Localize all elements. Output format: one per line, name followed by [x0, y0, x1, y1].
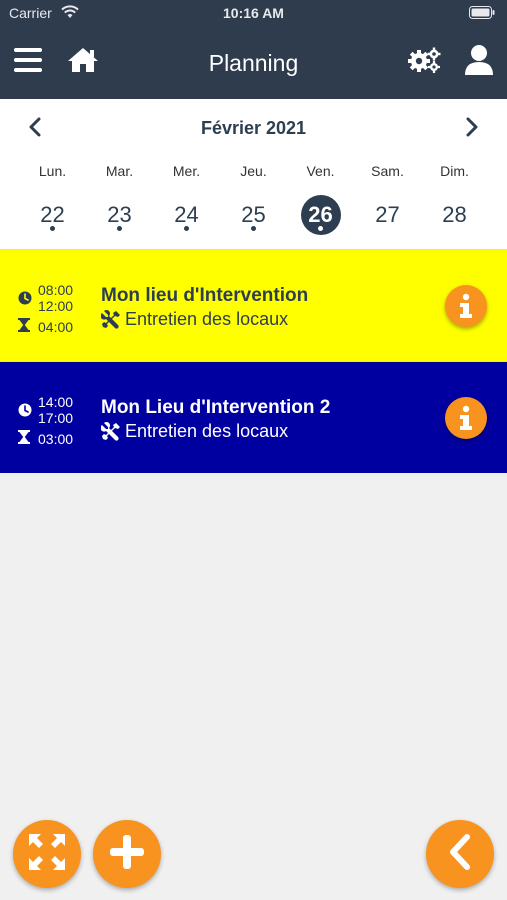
chevron-right-icon — [465, 117, 479, 142]
week-calendar: Février 2021 Lun. 22 Mar. 23 Mer. 24 Jeu. 25 Ven… — [0, 99, 507, 249]
event-location-title: Mon Lieu d'Intervention 2 — [101, 397, 331, 418]
day-number-label: 24 — [174, 202, 199, 227]
day-number: 25 — [234, 195, 274, 235]
day-22[interactable]: Lun. 22 — [19, 161, 86, 241]
app-header: Planning — [0, 26, 507, 99]
plus-icon — [108, 833, 146, 876]
week-days: Lun. 22 Mar. 23 Mer. 24 Jeu. 25 Ven. 26 Sam. 27 Dim.… — [19, 161, 488, 241]
day-name: Dim. — [440, 163, 469, 179]
event-end-time: 17:00 — [38, 410, 74, 426]
event-indicator-dot — [116, 226, 122, 231]
event-duration: 04:00 — [38, 318, 74, 335]
event-row[interactable]: 08:00 12:00 04:00 Mon lieu d'Intervention En… — [0, 249, 507, 361]
hourglass-icon — [18, 430, 32, 447]
add-button[interactable] — [93, 820, 161, 888]
day-name: Ven. — [306, 163, 335, 179]
hourglass-icon — [18, 318, 32, 335]
day-name: Lun. — [38, 163, 67, 179]
tools-icon — [101, 309, 125, 330]
event-start-time: 08:00 — [38, 282, 74, 298]
event-info-button[interactable] — [445, 285, 487, 327]
day-number-label: 28 — [442, 202, 467, 227]
day-number: 27 — [368, 195, 408, 235]
next-month-button[interactable] — [459, 116, 485, 142]
day-number: 22 — [33, 195, 73, 235]
chevron-left-icon — [445, 833, 475, 875]
event-location-title: Mon lieu d'Intervention — [101, 285, 309, 306]
day-24[interactable]: Mer. 24 — [153, 161, 220, 241]
event-duration: 03:00 — [38, 430, 74, 447]
clock-icon — [18, 282, 32, 308]
expand-icon — [27, 832, 67, 877]
day-name: Mer. — [172, 163, 201, 179]
day-number: 26 — [300, 195, 341, 235]
day-number-label: 23 — [107, 202, 132, 227]
user-icon — [464, 44, 494, 81]
day-number: 23 — [100, 195, 140, 235]
day-name: Sam. — [371, 163, 404, 179]
month-title: Février 2021 — [200, 118, 307, 138]
clock-icon — [18, 394, 32, 420]
status-bar: Carrier 10:16 AM — [0, 0, 507, 26]
event-task: Entretien des locaux — [101, 309, 288, 330]
tools-icon — [101, 421, 125, 442]
event-start-time: 14:00 — [38, 394, 74, 410]
expand-button[interactable] — [13, 820, 81, 888]
event-indicator-dot — [317, 226, 323, 231]
settings-button[interactable] — [404, 42, 444, 82]
event-task-label: Entretien des locaux — [125, 309, 289, 329]
event-row[interactable]: 14:00 17:00 03:00 Mon Lieu d'Intervention 2… — [0, 361, 507, 473]
back-button[interactable] — [426, 820, 494, 888]
day-name: Jeu. — [240, 163, 267, 179]
event-task-label: Entretien des locaux — [125, 421, 289, 441]
event-indicator-dot — [183, 226, 189, 231]
day-number-label: 27 — [375, 202, 400, 227]
day-27[interactable]: Sam. 27 — [354, 161, 421, 241]
status-time: 10:16 AM — [223, 5, 284, 21]
event-times: 14:00 17:00 03:00 — [18, 394, 73, 447]
day-name: Mar. — [105, 163, 134, 179]
user-button[interactable] — [459, 42, 499, 82]
event-list: 08:00 12:00 04:00 Mon lieu d'Intervention En… — [0, 249, 507, 473]
day-26[interactable]: Ven. 26 — [287, 161, 354, 241]
info-icon — [457, 405, 475, 431]
day-number-label: 26 — [308, 202, 333, 227]
event-indicator-dot — [250, 226, 256, 231]
day-28[interactable]: Dim. 28 — [421, 161, 488, 241]
day-23[interactable]: Mar. 23 — [86, 161, 153, 241]
event-indicator-dot — [49, 226, 55, 231]
gears-icon — [407, 46, 441, 79]
day-number: 24 — [167, 195, 207, 235]
day-number: 28 — [435, 195, 475, 235]
day-number-label: 22 — [40, 202, 65, 227]
info-icon — [457, 293, 475, 319]
event-info-button[interactable] — [445, 397, 487, 439]
battery-icon — [469, 6, 495, 22]
day-number-label: 25 — [241, 202, 266, 227]
event-task: Entretien des locaux — [101, 421, 288, 442]
event-end-time: 12:00 — [38, 298, 74, 314]
event-times: 08:00 12:00 04:00 — [18, 282, 73, 335]
day-25[interactable]: Jeu. 25 — [220, 161, 287, 241]
